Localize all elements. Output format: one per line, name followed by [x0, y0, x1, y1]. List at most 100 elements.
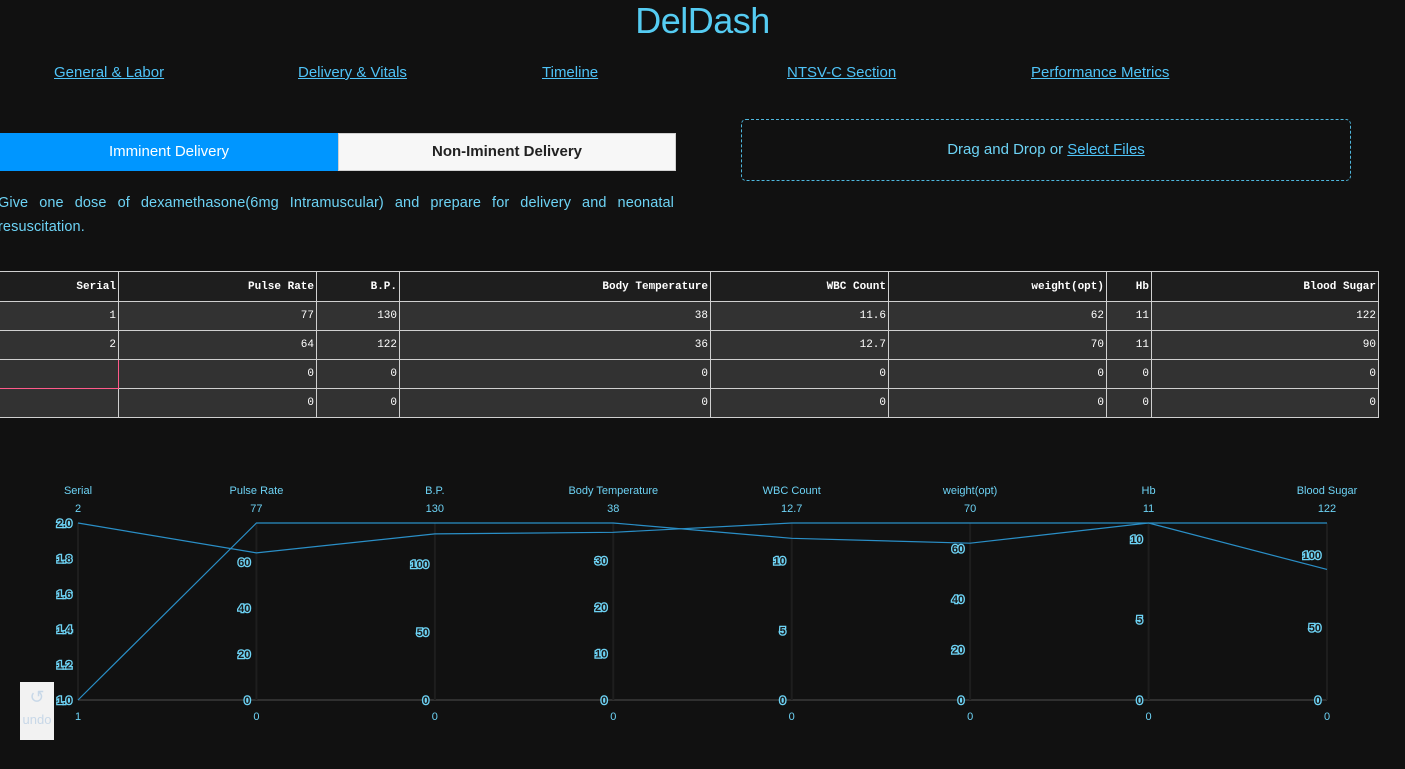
column-header[interactable]: WBC Count: [710, 271, 889, 302]
axis-tick-label: 100: [410, 559, 428, 571]
table-cell[interactable]: 0: [888, 388, 1107, 418]
table-cell[interactable]: 38: [399, 301, 711, 331]
table-cell[interactable]: 64: [118, 330, 317, 360]
undo-label: undo: [22, 712, 52, 727]
table-cell[interactable]: 36: [399, 330, 711, 360]
file-upload-dropzone[interactable]: Drag and Drop or Select Files: [741, 119, 1351, 181]
table-cell[interactable]: 0: [888, 359, 1107, 389]
axis-tick-label: 20: [595, 602, 607, 614]
axis-tick-label: 20: [952, 644, 964, 656]
nav-link-general-labor[interactable]: General & Labor: [54, 64, 164, 81]
undo-button[interactable]: ↺ undo: [20, 682, 54, 740]
dimension-label[interactable]: Hb: [1142, 485, 1156, 497]
axis-max-label: 11: [1143, 503, 1154, 515]
column-header[interactable]: Pulse Rate: [118, 271, 317, 302]
axis-max-label: 2: [75, 503, 81, 515]
table-header-row: Serial Pulse Rate B.P. Body Temperature …: [0, 271, 1379, 302]
table-cell[interactable]: 77: [118, 301, 317, 331]
tab-non-iminent-delivery[interactable]: Non-Iminent Delivery: [338, 133, 676, 171]
nav-link-delivery-vitals[interactable]: Delivery & Vitals: [298, 64, 407, 81]
data-line: [77, 522, 1327, 701]
axis-tick-label: 1.6: [57, 589, 72, 601]
axis-tick-label: 40: [952, 594, 964, 606]
table-cell[interactable]: 2: [0, 330, 119, 360]
dimension-label[interactable]: Blood Sugar: [1297, 485, 1358, 497]
axis-min-label: 1: [75, 711, 81, 723]
column-header[interactable]: weight(opt): [888, 271, 1107, 302]
axis-tick-label: 100: [1303, 550, 1321, 562]
axis-max-label: 70: [964, 503, 976, 515]
axis-tick-label: 10: [1130, 534, 1142, 546]
table-cell[interactable]: 0: [1106, 359, 1152, 389]
delivery-tabs: Imminent Delivery Non-Iminent Delivery: [0, 133, 676, 171]
table-cell[interactable]: 122: [1151, 301, 1379, 331]
axis-tick-label: 0: [1315, 695, 1321, 707]
table-cell-selected[interactable]: [0, 359, 119, 389]
axis-max-label: 38: [607, 503, 619, 515]
axis-tick-label: 1.8: [57, 553, 72, 565]
dimension-label[interactable]: WBC Count: [763, 485, 821, 497]
table-cell[interactable]: 90: [1151, 330, 1379, 360]
dimension-label[interactable]: weight(opt): [942, 485, 997, 497]
table-cell[interactable]: 122: [316, 330, 400, 360]
column-header[interactable]: B.P.: [316, 271, 400, 302]
column-header[interactable]: Serial: [0, 271, 119, 302]
table-cell[interactable]: [0, 388, 119, 418]
nav-link-timeline[interactable]: Timeline: [542, 64, 598, 81]
undo-icon: ↺: [29, 687, 45, 707]
table-cell[interactable]: 0: [1151, 388, 1379, 418]
column-header[interactable]: Blood Sugar: [1151, 271, 1379, 302]
nav-link-ntsv-c-section[interactable]: NTSV-C Section: [787, 64, 896, 81]
vitals-table: Serial Pulse Rate B.P. Body Temperature …: [0, 271, 1379, 418]
table-row: 2 64 122 36 12.7 70 11 90: [0, 330, 1379, 360]
axis-tick-label: 0: [423, 695, 429, 707]
table-cell[interactable]: 11.6: [710, 301, 889, 331]
table-cell[interactable]: 0: [399, 388, 711, 418]
table-cell[interactable]: 0: [399, 359, 711, 389]
table-cell[interactable]: 0: [1151, 359, 1379, 389]
axis-min-label: 0: [610, 711, 616, 723]
axis-min-label: 0: [789, 711, 795, 723]
data-line: [77, 522, 1328, 570]
select-files-link[interactable]: Select Files: [1067, 141, 1145, 158]
treatment-advice: Give one dose of dexamethasone(6mg Intra…: [0, 195, 674, 235]
table-cell[interactable]: 0: [710, 388, 889, 418]
axis-tick-label: 10: [773, 556, 785, 568]
axis-tick-label: 0: [601, 695, 607, 707]
parallel-coordinates-chart[interactable]: Serial211.01.21.41.61.82.0Pulse Rate7700…: [0, 470, 1405, 730]
axis-min-label: 0: [967, 711, 973, 723]
dimension-label[interactable]: Serial: [64, 485, 92, 497]
table-cell[interactable]: 0: [118, 359, 317, 389]
dimension-label[interactable]: Pulse Rate: [230, 485, 284, 497]
table-cell[interactable]: 1: [0, 301, 119, 331]
axis-tick-label: 2.0: [57, 518, 72, 530]
table-cell[interactable]: 11: [1106, 330, 1152, 360]
table-cell[interactable]: 12.7: [710, 330, 889, 360]
axis-tick-label: 1.2: [57, 660, 72, 672]
table-row: 0 0 0 0 0 0 0: [0, 388, 1379, 418]
nav-link-performance-metrics[interactable]: Performance Metrics: [1031, 64, 1169, 81]
axis-tick-label: 1.0: [57, 695, 72, 707]
table-cell[interactable]: 0: [710, 359, 889, 389]
dimension-label[interactable]: B.P.: [425, 485, 444, 497]
table-cell[interactable]: 0: [118, 388, 317, 418]
table-cell[interactable]: 0: [316, 359, 400, 389]
table-row: 1 77 130 38 11.6 62 11 122: [0, 301, 1379, 331]
axis-tick-label: 0: [958, 695, 964, 707]
axis-max-label: 130: [426, 503, 444, 515]
axis-tick-label: 0: [780, 695, 786, 707]
axis-tick-label: 50: [417, 627, 429, 639]
table-cell[interactable]: 130: [316, 301, 400, 331]
tab-imminent-delivery[interactable]: Imminent Delivery: [0, 133, 338, 171]
table-cell[interactable]: 62: [888, 301, 1107, 331]
table-cell[interactable]: 0: [1106, 388, 1152, 418]
column-header[interactable]: Body Temperature: [399, 271, 711, 302]
column-header[interactable]: Hb: [1106, 271, 1152, 302]
app-title: DelDash: [635, 0, 770, 41]
dimension-label[interactable]: Body Temperature: [568, 485, 658, 497]
table-cell[interactable]: 0: [316, 388, 400, 418]
table-cell[interactable]: 70: [888, 330, 1107, 360]
axis-tick-label: 5: [1136, 615, 1142, 627]
axis-tick-label: 0: [1136, 695, 1142, 707]
table-cell[interactable]: 11: [1106, 301, 1152, 331]
